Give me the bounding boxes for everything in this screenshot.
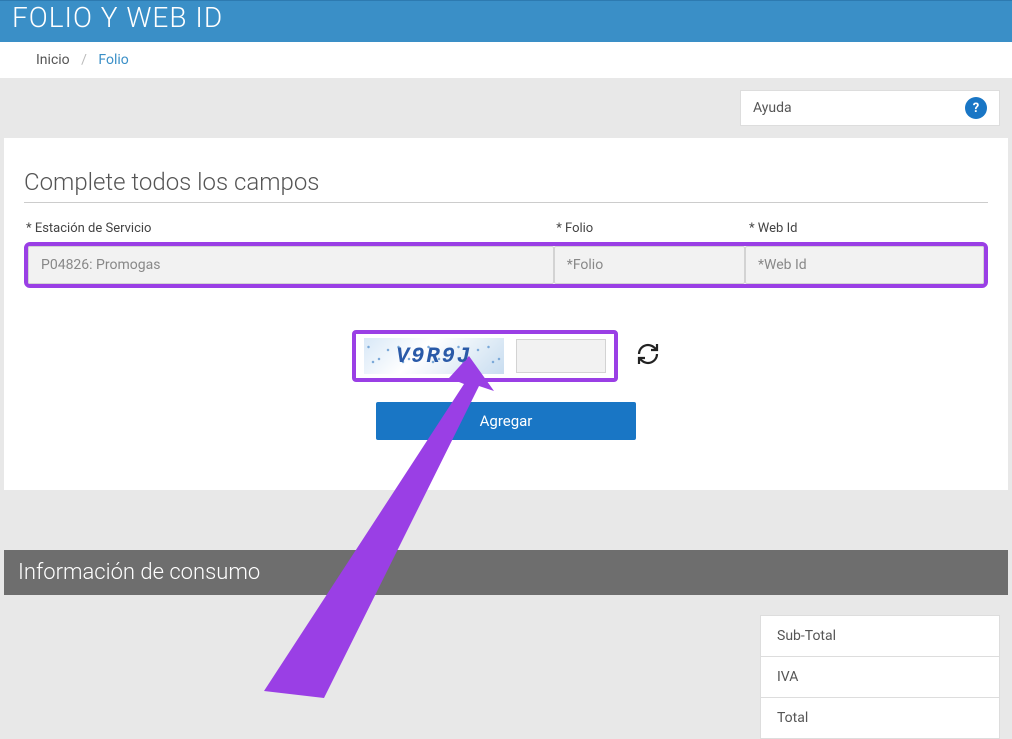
label-folio: * Folio (554, 221, 747, 236)
refresh-captcha-icon[interactable] (636, 342, 660, 370)
captcha-input[interactable] (516, 339, 606, 373)
label-webid: * Web Id (747, 221, 988, 236)
form-title: Complete todos los campos (24, 168, 988, 203)
captcha-image: V9R9J (364, 338, 504, 374)
breadcrumb-current[interactable]: Folio (98, 52, 128, 68)
agregar-button[interactable]: Agregar (376, 402, 636, 440)
folio-input[interactable] (554, 246, 745, 284)
breadcrumb-separator: / (81, 52, 87, 68)
page-title: FOLIO Y WEB ID (12, 1, 223, 34)
consumption-section-title: Información de consumo (4, 550, 1008, 595)
breadcrumb-home[interactable]: Inicio (36, 52, 70, 68)
form-card: Complete todos los campos * Estación de … (4, 138, 1008, 490)
captcha-highlight: V9R9J (352, 330, 618, 382)
totals-iva-row: IVA (761, 657, 999, 698)
label-estacion: * Estación de Servicio (24, 221, 554, 236)
help-label: Ayuda (753, 100, 792, 116)
totals-subtotal-row: Sub-Total (761, 616, 999, 657)
totals-total-row: Total (761, 698, 999, 738)
estacion-input[interactable] (28, 246, 554, 284)
breadcrumb: Inicio / Folio (0, 42, 1012, 78)
input-highlight-group (24, 242, 988, 288)
page-title-bar: FOLIO Y WEB ID (0, 0, 1012, 42)
totals-panel: Sub-Total IVA Total (4, 615, 1008, 739)
help-icon[interactable]: ? (965, 97, 987, 119)
webid-input[interactable] (745, 246, 984, 284)
help-box[interactable]: Ayuda ? (740, 90, 1000, 126)
